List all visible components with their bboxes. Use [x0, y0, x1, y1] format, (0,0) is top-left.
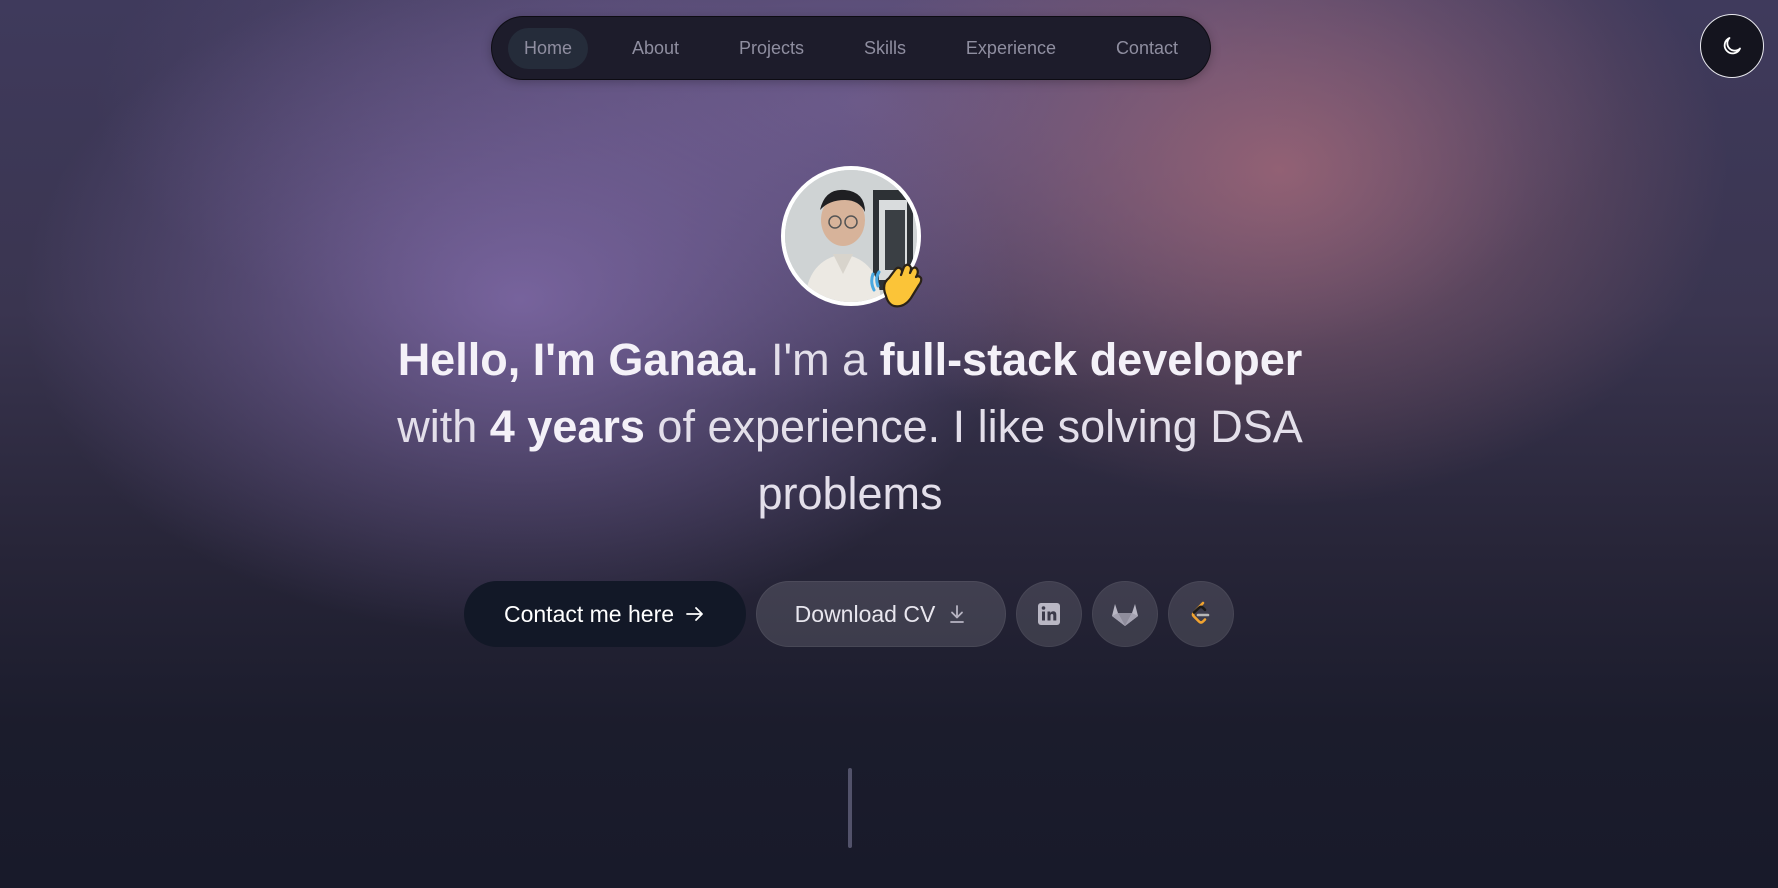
gitlab-icon: [1112, 604, 1138, 626]
nav-item-projects[interactable]: Projects: [723, 28, 820, 69]
download-cv-button[interactable]: Download CV: [756, 581, 1006, 647]
nav-item-experience[interactable]: Experience: [950, 28, 1072, 69]
moon-icon: [1723, 37, 1741, 55]
headline-years: 4 years: [489, 401, 645, 452]
nav-item-about[interactable]: About: [616, 28, 695, 69]
headline-greeting: Hello, I'm Ganaa.: [397, 334, 759, 385]
theme-toggle-button[interactable]: [1700, 14, 1764, 78]
headline-text-1: I'm a: [758, 334, 880, 385]
leetcode-button[interactable]: [1168, 581, 1234, 647]
download-icon: [950, 605, 965, 623]
contact-me-button[interactable]: Contact me here: [464, 581, 746, 647]
headline-text-2: with: [397, 401, 490, 452]
nav-item-contact[interactable]: Contact: [1100, 28, 1194, 69]
headline-role: full-stack developer: [879, 334, 1303, 385]
linkedin-button[interactable]: [1016, 581, 1082, 647]
download-cv-label: Download CV: [794, 600, 936, 627]
hero-actions: Contact me here Download CV: [464, 581, 1234, 647]
leetcode-icon: [1191, 601, 1210, 624]
contact-me-label: Contact me here: [503, 600, 675, 627]
headline-text-3: of experience. I like solving DSA proble…: [644, 401, 1303, 519]
nav-item-home[interactable]: Home: [508, 27, 589, 69]
profile-avatar: [781, 166, 923, 308]
arrow-right-icon: [686, 607, 703, 621]
top-nav: Home About Projects Skills Experience Co…: [491, 16, 1211, 80]
gitlab-button[interactable]: [1092, 581, 1158, 647]
scroll-indicator: [848, 768, 852, 848]
waving-hand-icon: [870, 263, 923, 308]
linkedin-icon: [1038, 603, 1060, 625]
hero-headline: Hello, I'm Ganaa. I'm a full-stack devel…: [369, 326, 1331, 527]
nav-item-skills[interactable]: Skills: [848, 28, 922, 69]
